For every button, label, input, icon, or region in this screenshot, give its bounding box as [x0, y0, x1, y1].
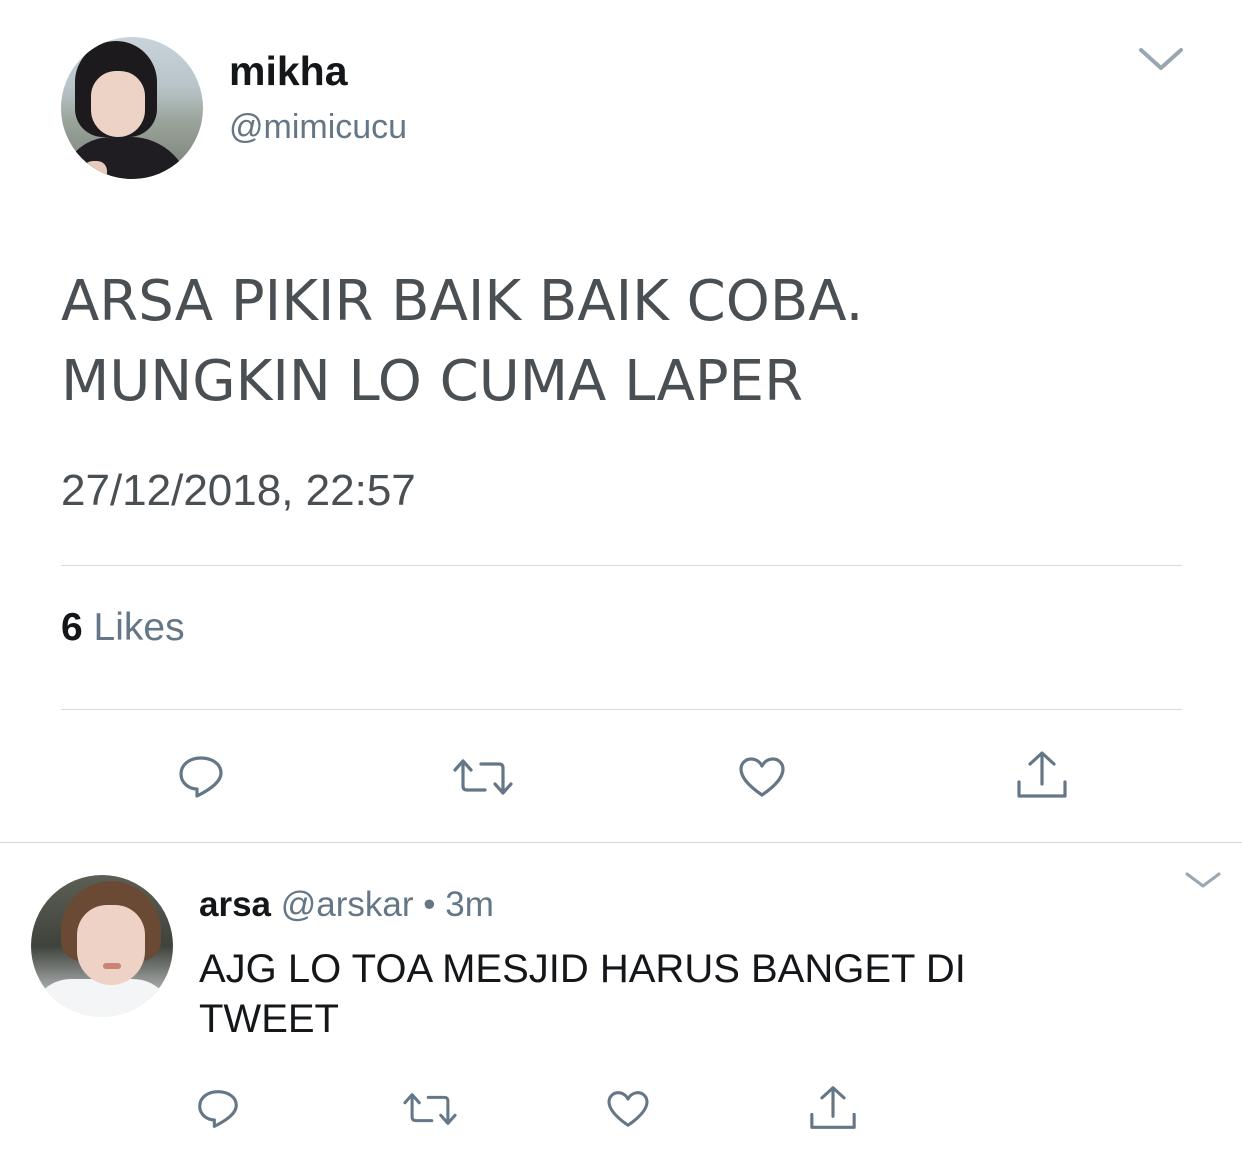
like-button[interactable] [738, 756, 786, 798]
likes-label: Likes [93, 606, 185, 649]
reply-text-line: TWEET [199, 997, 339, 1041]
avatar-shirt [31, 979, 173, 1017]
reply-share-button[interactable] [809, 1085, 857, 1131]
retweet-icon [403, 1093, 457, 1125]
avatar-body [61, 137, 191, 179]
like-icon [739, 757, 785, 797]
reply-menu-button[interactable] [1183, 868, 1223, 892]
author-handle[interactable]: @mimicucu [229, 108, 407, 147]
section-divider [0, 842, 1242, 843]
tweet-text-line: MUNGKIN LO CUMA LAPER [61, 349, 803, 414]
share-icon [810, 1086, 856, 1129]
reply-icon [198, 1090, 238, 1128]
likes-count-link[interactable]: 6 Likes [61, 606, 185, 650]
reply-text: AJG LO TOA MESJID HARUS BANGET DI TWEET [199, 944, 1099, 1044]
tweet-timestamp: 27/12/2018, 22:57 [61, 466, 416, 515]
avatar-lips [103, 963, 121, 969]
tweet-menu-button[interactable] [1137, 42, 1185, 74]
reply-time: 3m [445, 885, 494, 924]
reply-author-avatar[interactable] [31, 875, 173, 1017]
author-name[interactable]: mikha [229, 48, 348, 95]
reply-button[interactable] [177, 754, 225, 800]
share-button[interactable] [1016, 750, 1068, 800]
chevron-down-icon [1185, 872, 1221, 888]
meta-separator: • [423, 885, 436, 924]
divider [61, 709, 1182, 710]
tweet-text-line: ARSA PIKIR BAIK BAIK COBA. [61, 269, 864, 334]
divider [61, 565, 1182, 566]
reply-reply-button[interactable] [196, 1088, 240, 1130]
reply-like-button[interactable] [606, 1090, 650, 1128]
tweet-text: ARSA PIKIR BAIK BAIK COBA. MUNGKIN LO CU… [61, 262, 1181, 422]
retweet-icon [453, 759, 513, 795]
reply-author-handle[interactable]: @arskar [281, 885, 414, 924]
reply-text-line: AJG LO TOA MESJID HARUS BANGET DI [199, 947, 966, 991]
avatar-hand [83, 161, 107, 179]
likes-number: 6 [61, 606, 83, 649]
reply-retweet-button[interactable] [403, 1092, 457, 1126]
reply-author-name[interactable]: arsa [199, 885, 271, 924]
author-avatar[interactable] [61, 37, 203, 179]
reply-header: arsa @arskar • 3m [199, 885, 494, 925]
reply-icon [179, 756, 223, 798]
chevron-down-icon [1139, 48, 1183, 70]
share-icon [1017, 751, 1067, 798]
avatar-face [91, 71, 145, 137]
retweet-button[interactable] [453, 758, 513, 796]
like-icon [607, 1091, 649, 1127]
avatar-face [77, 905, 145, 985]
